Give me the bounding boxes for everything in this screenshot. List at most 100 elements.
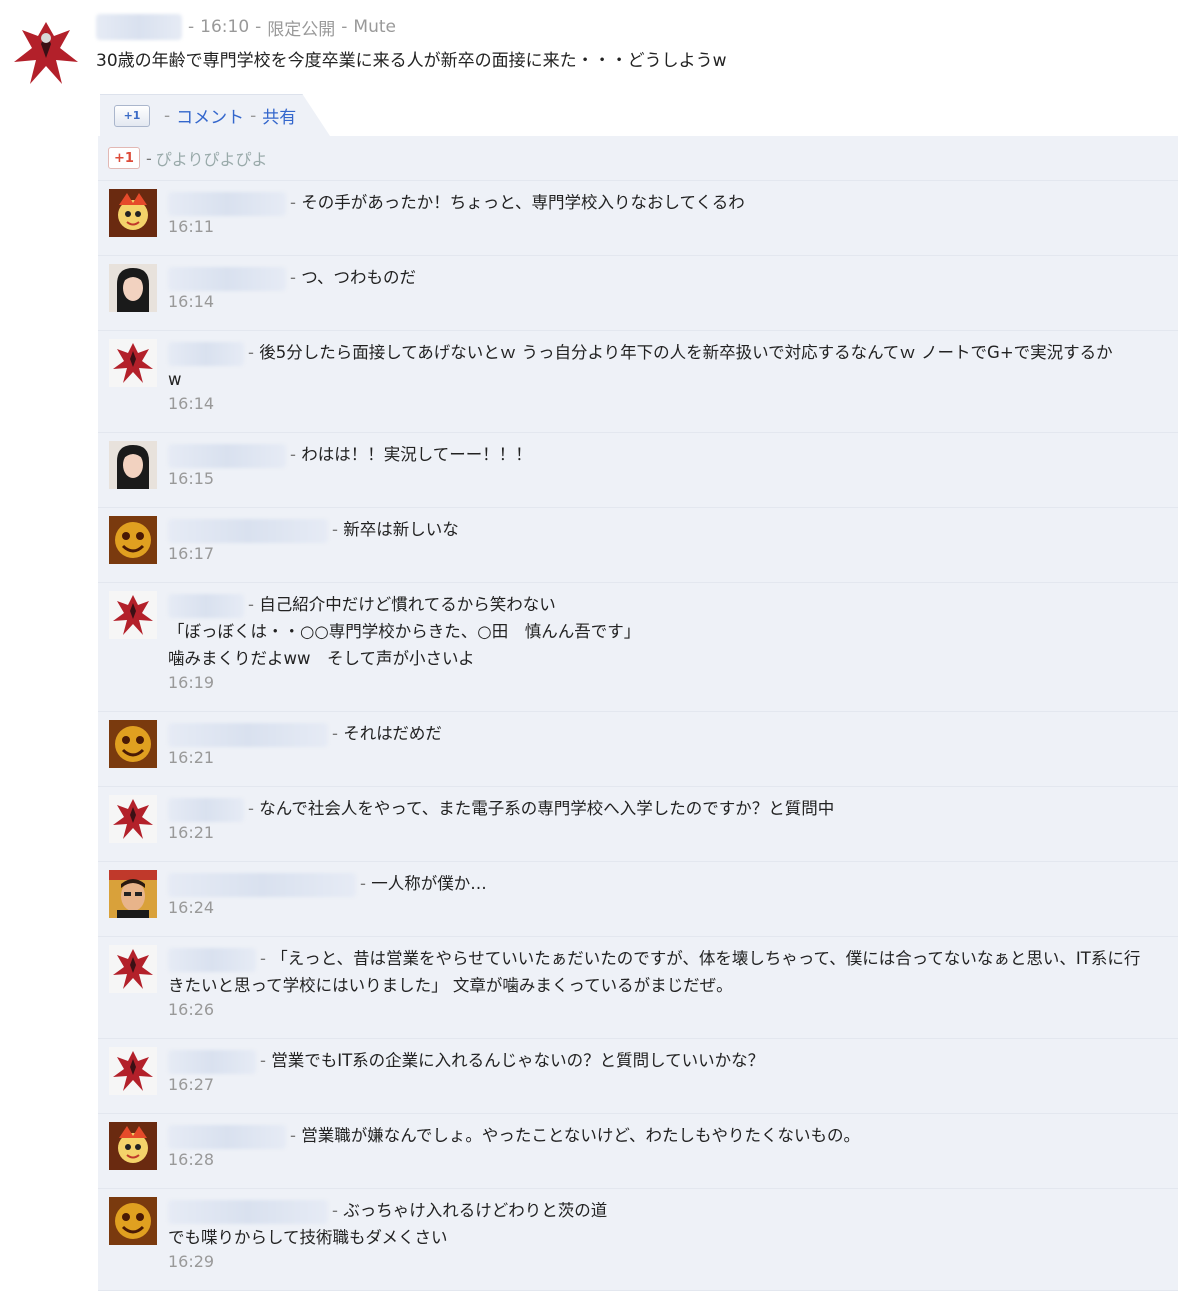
commenter-name[interactable] xyxy=(168,518,328,543)
comments-section: +1 - ぴよりぴよぴよ - その手があったか！ちょっと、専門学校入りなおしてく… xyxy=(98,136,1178,1291)
comment-time[interactable]: 16:14 xyxy=(168,393,1162,415)
comment-item: - わはは！！実況してーー！！！ 16:15 xyxy=(98,433,1178,508)
comment-time[interactable]: 16:17 xyxy=(168,543,1162,565)
comment-line: でも喋りからして技術職もダメくさい xyxy=(168,1224,1162,1251)
comment-text: 自己紹介中だけど慣れてるから笑わない xyxy=(259,595,556,614)
plusone-summary: +1 - ぴよりぴよぴよ xyxy=(98,136,1178,181)
comment-time[interactable]: 16:11 xyxy=(168,216,1162,238)
comment-body: - 営業でもIT系の企業に入れるんじゃないの？と質問していいかな？ 16:27 xyxy=(168,1047,1162,1096)
comment-body: - 自己紹介中だけど慣れてるから笑わない「ぼっぼくは・・○○専門学校からきた、○… xyxy=(168,591,1162,694)
gold-avatar-icon xyxy=(109,1197,157,1245)
commenter-name[interactable] xyxy=(168,266,286,291)
comment-line: - わはは！！実況してーー！！！ xyxy=(168,441,1162,468)
comment-text: つ、つわものだ xyxy=(301,268,417,287)
commenter-avatar[interactable] xyxy=(109,795,157,843)
comment-text: 「ぼっぼくは・・○○専門学校からきた、○田 慎んん吾です」 xyxy=(168,622,641,641)
red-avatar-icon xyxy=(109,795,157,843)
comment-text: 「えっと、昔は営業をやらせていいたぁだいたのですが、体を壊しちゃって、僕には合っ… xyxy=(271,949,1141,968)
comment-list: - その手があったか！ちょっと、専門学校入りなおしてくるわ 16:11 - つ、つわ… xyxy=(98,181,1178,1291)
comment-item: - 後5分したら面接してあげないとｗ うっ自分より年下の人を新卒扱いで対応するな… xyxy=(98,331,1178,433)
commenter-avatar[interactable] xyxy=(109,591,157,639)
commenter-name[interactable] xyxy=(168,191,286,216)
post-visibility[interactable]: 限定公開 xyxy=(267,15,335,40)
plusone-badge: +1 xyxy=(108,147,140,169)
commenter-avatar[interactable] xyxy=(109,516,157,564)
comment-item: - ぶっちゃけ入れるけどわりと茨の道 でも喋りからして技術職もダメくさい 16:29 xyxy=(98,1189,1178,1291)
comment-item: - なんで社会人をやって、また電子系の専門学校へ入学したのですか？と質問中 16:… xyxy=(98,787,1178,862)
mute-link[interactable]: Mute xyxy=(353,17,396,37)
post-time[interactable]: 16:10 xyxy=(200,17,249,37)
commenter-name[interactable] xyxy=(168,341,244,366)
commenter-name[interactable] xyxy=(168,872,356,897)
comment-body: - わはは！！実況してーー！！！ 16:15 xyxy=(168,441,1162,490)
comment-time[interactable]: 16:24 xyxy=(168,897,1162,919)
commenter-name[interactable] xyxy=(168,443,286,468)
commenter-name[interactable] xyxy=(168,1049,256,1074)
comment-item: - 一人称が僕か… 16:24 xyxy=(98,862,1178,937)
comment-text: 後5分したら面接してあげないとｗ うっ自分より年下の人を新卒扱いで対応するなんて… xyxy=(259,343,1113,362)
post-meta: - 16:10 - 限定公開 - Mute xyxy=(96,10,1180,44)
red-avatar-icon xyxy=(109,945,157,993)
plusone-names[interactable]: ぴよりぴよぴよ xyxy=(156,146,268,170)
comment-time[interactable]: 16:21 xyxy=(168,822,1162,844)
comment-time[interactable]: 16:28 xyxy=(168,1149,1162,1171)
commenter-name[interactable] xyxy=(168,722,328,747)
commenter-avatar[interactable] xyxy=(109,945,157,993)
comment-body: - つ、つわものだ 16:14 xyxy=(168,264,1162,313)
share-link[interactable]: 共有 xyxy=(262,103,296,128)
kid-avatar-icon xyxy=(109,189,157,237)
comment-line: - その手があったか！ちょっと、専門学校入りなおしてくるわ xyxy=(168,189,1162,216)
comment-text: ぶっちゃけ入れるけどわりと茨の道 xyxy=(343,1201,608,1220)
commenter-name[interactable] xyxy=(168,1199,328,1224)
comment-time[interactable]: 16:15 xyxy=(168,468,1162,490)
commenter-name[interactable] xyxy=(168,947,256,972)
comment-line: - 営業でもIT系の企業に入れるんじゃないの？と質問していいかな？ xyxy=(168,1047,1162,1074)
comment-text: なんで社会人をやって、また電子系の専門学校へ入学したのですか？と質問中 xyxy=(259,799,835,818)
comment-time[interactable]: 16:14 xyxy=(168,291,1162,313)
post-author-name[interactable] xyxy=(96,14,182,40)
comment-line: きたいと思って学校にはいりました」 文章が噛みまくっているがまじだぜ。 xyxy=(168,972,1162,999)
comment-line: - 新卒は新しいな xyxy=(168,516,1162,543)
commenter-avatar[interactable] xyxy=(109,339,157,387)
comment-item: - 新卒は新しいな 16:17 xyxy=(98,508,1178,583)
comment-text: それはだめだ xyxy=(343,724,442,743)
comment-text: わはは！！実況してーー！！！ xyxy=(301,445,532,464)
comment-time[interactable]: 16:27 xyxy=(168,1074,1162,1096)
comment-link[interactable]: コメント xyxy=(176,103,244,128)
comment-line: - それはだめだ xyxy=(168,720,1162,747)
red-character-icon xyxy=(8,14,84,90)
post-author-avatar[interactable] xyxy=(8,14,84,90)
comment-body: - なんで社会人をやって、また電子系の専門学校へ入学したのですか？と質問中 16:… xyxy=(168,795,1162,844)
comment-body: - 一人称が僕か… 16:24 xyxy=(168,870,1162,919)
commenter-name[interactable] xyxy=(168,797,244,822)
comment-body: - その手があったか！ちょっと、専門学校入りなおしてくるわ 16:11 xyxy=(168,189,1162,238)
comment-body: - 営業職が嫌なんでしょ。やったことないけど、わたしもやりたくないもの。 16:2… xyxy=(168,1122,1162,1171)
comment-item: - つ、つわものだ 16:14 xyxy=(98,256,1178,331)
comment-time[interactable]: 16:26 xyxy=(168,999,1162,1021)
commenter-avatar[interactable] xyxy=(109,870,157,918)
comment-line: 「ぼっぼくは・・○○専門学校からきた、○田 慎んん吾です」 xyxy=(168,618,1162,645)
comment-body: - それはだめだ 16:21 xyxy=(168,720,1162,769)
comment-text: 新卒は新しいな xyxy=(343,520,459,539)
commenter-avatar[interactable] xyxy=(109,264,157,312)
gold-avatar-icon xyxy=(109,720,157,768)
commenter-avatar[interactable] xyxy=(109,441,157,489)
commenter-avatar[interactable] xyxy=(109,1122,157,1170)
comment-body: - 「えっと、昔は営業をやらせていいたぁだいたのですが、体を壊しちゃって、僕には… xyxy=(168,945,1162,1021)
comment-time[interactable]: 16:21 xyxy=(168,747,1162,769)
commenter-name[interactable] xyxy=(168,1124,286,1149)
comment-line: - 自己紹介中だけど慣れてるから笑わない xyxy=(168,591,1162,618)
commenter-avatar[interactable] xyxy=(109,720,157,768)
comment-time[interactable]: 16:29 xyxy=(168,1251,1162,1273)
comment-line: - 後5分したら面接してあげないとｗ うっ自分より年下の人を新卒扱いで対応するな… xyxy=(168,339,1162,366)
comment-item: - それはだめだ 16:21 xyxy=(98,712,1178,787)
commenter-name[interactable] xyxy=(168,593,244,618)
commenter-avatar[interactable] xyxy=(109,189,157,237)
comment-time[interactable]: 16:19 xyxy=(168,672,1162,694)
comment-text: でも喋りからして技術職もダメくさい xyxy=(168,1228,448,1247)
comment-text: きたいと思って学校にはいりました」 文章が噛みまくっているがまじだぜ。 xyxy=(168,976,733,995)
comment-line: - 営業職が嫌なんでしょ。やったことないけど、わたしもやりたくないもの。 xyxy=(168,1122,1162,1149)
commenter-avatar[interactable] xyxy=(109,1047,157,1095)
commenter-avatar[interactable] xyxy=(109,1197,157,1245)
plusone-button[interactable]: +1 xyxy=(114,104,150,127)
